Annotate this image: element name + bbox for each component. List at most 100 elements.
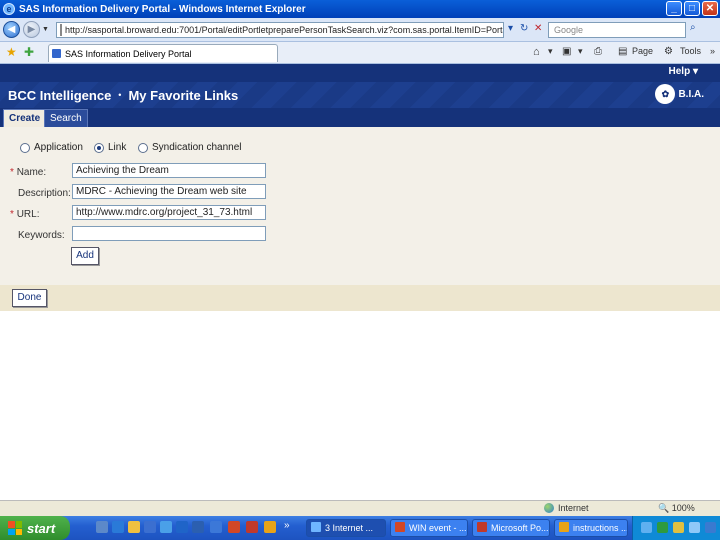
browser-tab[interactable]: SAS Information Delivery Portal — [48, 44, 278, 62]
page-menu[interactable]: Page — [632, 46, 653, 56]
tray-icon[interactable] — [641, 522, 652, 533]
maximize-button[interactable]: □ — [684, 1, 700, 16]
security-zone: Internet — [544, 503, 589, 513]
firefox-icon — [559, 522, 569, 532]
quicklaunch-icon[interactable] — [160, 521, 172, 533]
url-field[interactable]: http://www.mdrc.org/project_31_73.html — [72, 205, 266, 220]
page-title: My Favorite Links — [128, 87, 239, 103]
tab-create[interactable]: Create — [3, 109, 47, 127]
radio-button[interactable] — [20, 142, 30, 153]
window-title-bar: e SAS Information Delivery Portal - Wind… — [0, 0, 720, 18]
quicklaunch-icon[interactable] — [264, 521, 276, 533]
quicklaunch-icon[interactable] — [128, 521, 140, 533]
breadcrumb-portal: BCC Intelligence — [8, 87, 112, 103]
create-link-form: Application Link Syndication channel * N… — [0, 127, 720, 285]
rss-icon[interactable]: ▣ — [562, 46, 571, 57]
minimize-button[interactable]: _ — [666, 1, 682, 16]
windows-taskbar: start » 3 Internet ... WIN event - ... M… — [0, 516, 720, 540]
help-label: Help — [668, 66, 691, 77]
address-toolbar: ◀ ▶ ▼ http://sasportal.broward.edu:7001/… — [0, 18, 720, 42]
back-button[interactable]: ◀ — [3, 21, 20, 38]
start-button[interactable]: start — [0, 516, 70, 540]
internet-explorer-icon: e — [3, 3, 15, 15]
address-url: http://sasportal.broward.edu:7001/Portal… — [65, 25, 503, 35]
search-input[interactable]: Google — [548, 22, 686, 38]
radio-syndication[interactable]: Syndication channel — [138, 142, 242, 153]
add-button[interactable]: Add — [71, 247, 99, 265]
page-menu-icon[interactable]: ▤ — [618, 46, 627, 57]
quicklaunch-icon[interactable] — [96, 521, 108, 533]
stop-icon[interactable]: ✕ — [534, 23, 542, 34]
windows-logo-icon — [8, 521, 22, 535]
taskbar-item-label: instructions ... — [573, 523, 628, 533]
tray-icon[interactable] — [705, 522, 716, 533]
feeds-icon[interactable]: ▾ — [548, 46, 553, 57]
done-button[interactable]: Done — [12, 289, 47, 307]
print-icon[interactable]: ⎙ — [594, 46, 602, 57]
radio-selected-dot — [97, 145, 101, 150]
quicklaunch-icon[interactable] — [176, 521, 188, 533]
form-footer: Done — [0, 285, 720, 311]
page-icon — [60, 24, 62, 36]
radio-button[interactable] — [94, 142, 104, 153]
internet-explorer-icon — [311, 522, 321, 532]
tab-favicon — [52, 49, 61, 58]
tab-search[interactable]: Search — [44, 109, 88, 127]
brand-name: B.I.A. — [678, 88, 704, 100]
address-dropdown-icon[interactable]: ▾ — [508, 23, 513, 34]
taskbar-item[interactable]: 3 Internet ... — [306, 519, 386, 537]
url-label: * URL: — [10, 209, 39, 220]
taskbar-item-label: Microsoft Po... — [491, 523, 549, 533]
zoom-value: 100% — [671, 503, 695, 513]
add-favorites-icon[interactable]: ✚ — [24, 45, 34, 59]
radio-link[interactable]: Link — [94, 142, 126, 153]
name-field[interactable]: Achieving the Dream — [72, 163, 266, 178]
tray-icon[interactable] — [689, 522, 700, 533]
radio-label: Link — [108, 142, 127, 153]
forward-button[interactable]: ▶ — [23, 21, 40, 38]
radio-button[interactable] — [138, 142, 148, 153]
quicklaunch-icon[interactable] — [112, 521, 124, 533]
zone-label: Internet — [558, 503, 589, 513]
refresh-icon[interactable]: ↻ — [520, 23, 528, 34]
quicklaunch-icon[interactable] — [228, 521, 240, 533]
keywords-field[interactable] — [72, 226, 266, 241]
quicklaunch-icon[interactable] — [144, 521, 156, 533]
search-icon[interactable]: ⌕ — [690, 22, 704, 38]
close-button[interactable]: ✕ — [702, 1, 718, 16]
globe-icon — [544, 503, 554, 513]
tray-icon[interactable] — [657, 522, 668, 533]
required-marker: * — [10, 209, 14, 220]
radio-application[interactable]: Application — [20, 142, 83, 153]
quicklaunch-icon[interactable] — [246, 521, 258, 533]
home-icon[interactable]: ⌂ — [533, 46, 540, 58]
history-dropdown-icon[interactable]: ▼ — [42, 26, 49, 33]
quicklaunch-icon[interactable] — [192, 521, 204, 533]
portal-tabs: Create Search — [0, 108, 720, 127]
brand-logo: ✿ B.I.A. — [655, 84, 704, 104]
address-bar[interactable]: http://sasportal.broward.edu:7001/Portal… — [56, 22, 504, 38]
more-chevron-icon[interactable]: » — [284, 520, 290, 531]
browser-status-bar: Internet 🔍 100% — [0, 500, 720, 516]
description-field[interactable]: MDRC - Achieving the Dream web site — [72, 184, 266, 199]
browser-tab-title: SAS Information Delivery Portal — [65, 48, 192, 59]
taskbar-item[interactable]: instructions ... — [554, 519, 628, 537]
breadcrumb-separator: • — [118, 90, 122, 100]
taskbar-item[interactable]: WIN event - ... — [390, 519, 468, 537]
quicklaunch-icon[interactable] — [210, 521, 222, 533]
name-label: * Name: — [10, 167, 46, 178]
more-chevron-icon[interactable]: » — [710, 46, 715, 56]
portal-header: Help ▾ — [0, 64, 720, 82]
tray-icon[interactable] — [673, 522, 684, 533]
tools-menu[interactable]: Tools — [680, 46, 701, 56]
taskbar-item[interactable]: Microsoft Po... — [472, 519, 550, 537]
favorites-star-icon[interactable]: ★ — [6, 45, 17, 59]
keywords-label: Keywords: — [18, 230, 65, 241]
zoom-level[interactable]: 🔍 100% — [658, 503, 695, 514]
portal-banner: BCC Intelligence • My Favorite Links ✿ B… — [0, 82, 720, 108]
taskbar-item-label: WIN event - ... — [409, 523, 467, 533]
help-menu[interactable]: Help ▾ — [669, 66, 698, 77]
radio-label: Application — [34, 142, 83, 153]
tools-gear-icon[interactable]: ⚙ — [664, 46, 673, 57]
dropdown-icon[interactable]: ▾ — [578, 46, 583, 57]
